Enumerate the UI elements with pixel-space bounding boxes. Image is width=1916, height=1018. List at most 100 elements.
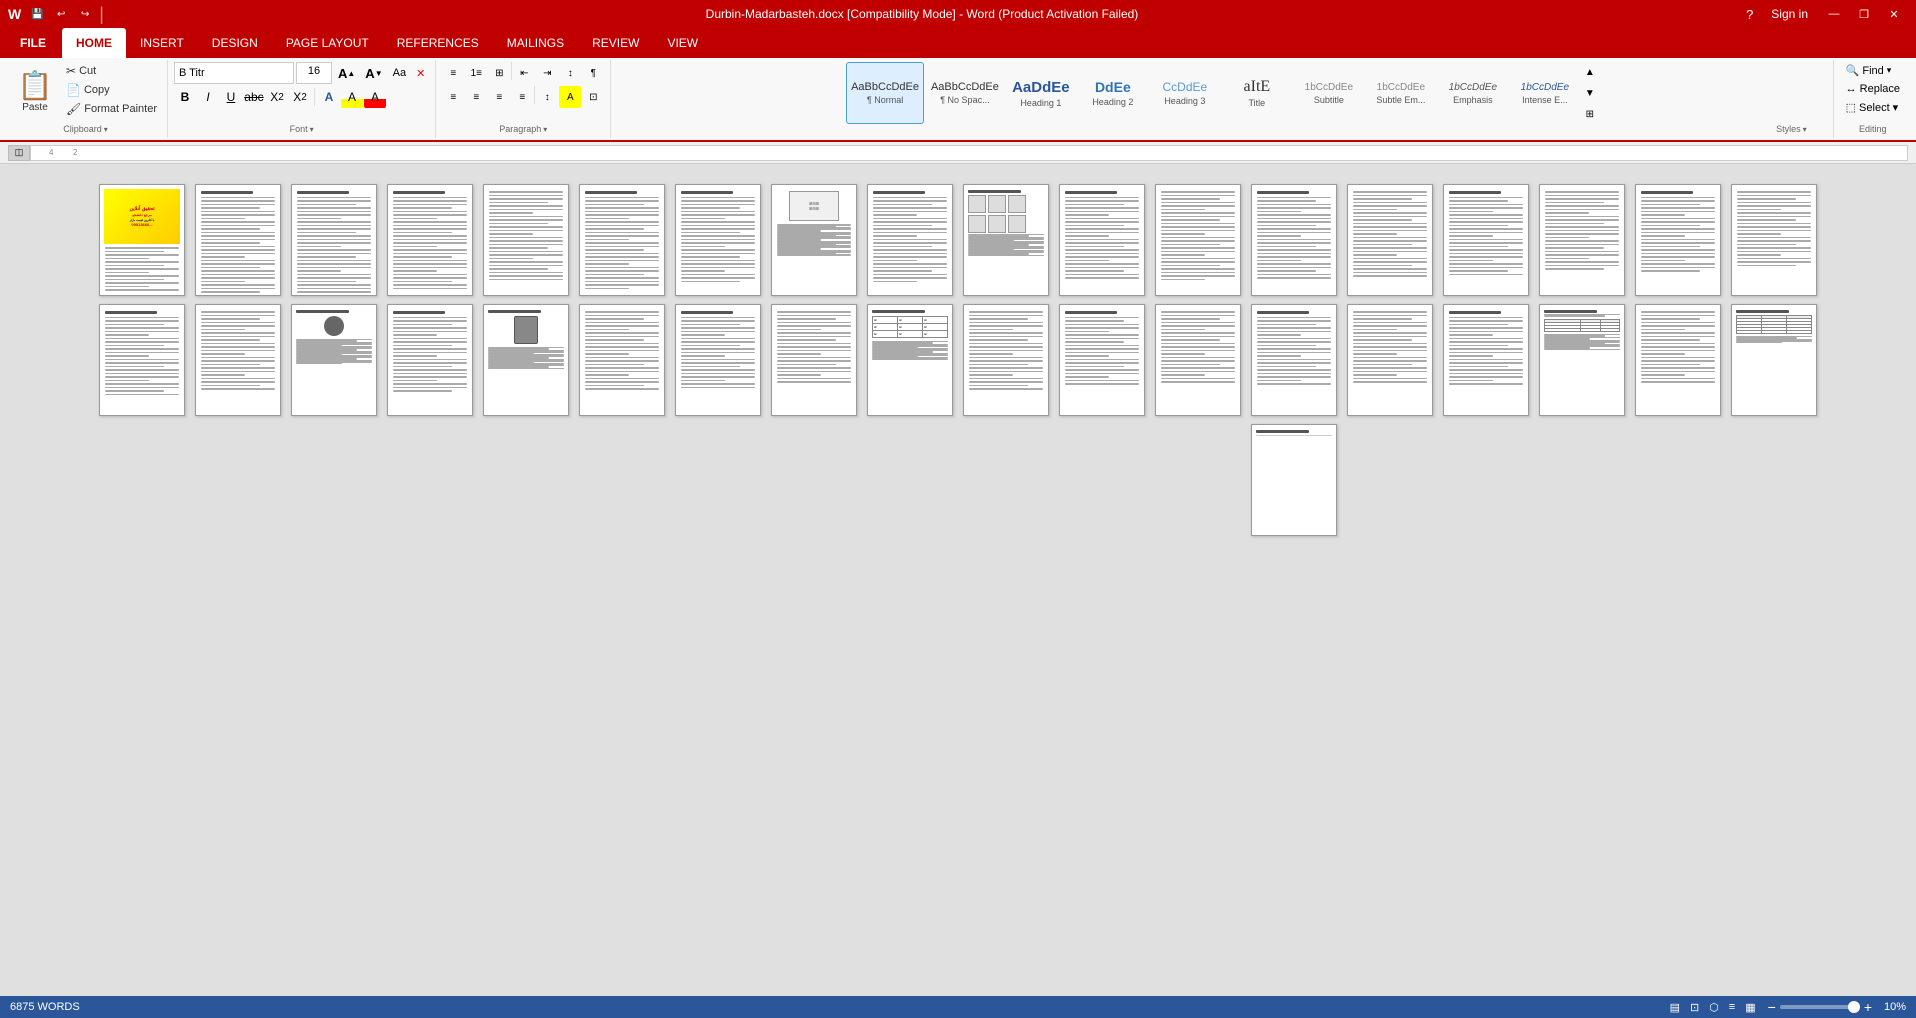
font-expand-icon[interactable]: ▾ [310,125,314,134]
clear-format-btn[interactable]: ✕ [412,62,429,84]
increase-font-btn[interactable]: A▲ [334,62,359,84]
tab-design[interactable]: DESIGN [198,28,272,58]
underline-btn[interactable]: U [220,86,242,108]
style-normal[interactable]: AaBbCcDdEe ¶ Normal [846,62,924,124]
align-right-btn[interactable]: ≡ [488,86,510,108]
font-color-btn[interactable]: A [364,86,386,108]
page-thumb-3[interactable] [291,184,377,296]
page-thumb-8[interactable]: ⊞⊞⊞⊞⊞⊞ [771,184,857,296]
justify-btn[interactable]: ≡ [511,86,533,108]
ruler-toggle-btn[interactable]: ◫ [8,145,30,161]
align-center-btn[interactable]: ≡ [465,86,487,108]
styles-expand-icon[interactable]: ▾ [1803,125,1807,134]
tab-page-layout[interactable]: PAGE LAYOUT [272,28,383,58]
page-thumb-5[interactable] [483,184,569,296]
multilevel-btn[interactable]: ⊞ [488,62,510,84]
zoom-slider[interactable] [1780,1005,1860,1009]
page-thumb-32[interactable] [1347,304,1433,416]
decrease-font-btn[interactable]: A▼ [361,62,386,84]
bold-btn[interactable]: B [174,86,196,108]
page-thumb-1[interactable]: تحقیق آنلاین مرجع دانشجو با کاترین قیمت … [99,184,185,296]
page-thumb-36[interactable] [1731,304,1817,416]
zoom-out-btn[interactable]: − [1768,999,1776,1015]
change-case-btn[interactable]: Aa [389,62,410,84]
page-thumb-6[interactable] [579,184,665,296]
numbering-btn[interactable]: 1≡ [465,62,487,84]
tab-mailings[interactable]: MAILINGS [493,28,578,58]
page-thumb-16[interactable] [1539,184,1625,296]
style-no-spacing[interactable]: AaBbCcDdEe ¶ No Spac... [926,62,1004,124]
style-subtitle[interactable]: 1bCcDdEe Subtitle [1294,62,1364,124]
sort-btn[interactable]: ↕ [559,62,581,84]
show-marks-btn[interactable]: ¶ [582,62,604,84]
page-thumb-23[interactable] [483,304,569,416]
font-name-dropdown[interactable]: B Titr [174,62,294,84]
format-painter-button[interactable]: 🖌 Format Painter [62,100,161,118]
page-thumb-10[interactable] [963,184,1049,296]
styles-expand-btn[interactable]: ⊞ [1582,104,1598,124]
style-heading2[interactable]: DdEe Heading 2 [1078,62,1148,124]
page-thumb-20[interactable] [195,304,281,416]
help-icon[interactable]: ? [1740,7,1759,22]
quick-redo-btn[interactable]: ↪ [75,4,95,24]
page-thumb-33[interactable] [1443,304,1529,416]
close-btn[interactable]: ✕ [1880,4,1908,24]
style-heading3[interactable]: CcDdEe Heading 3 [1150,62,1220,124]
print-layout-btn[interactable]: ▤ [1666,1001,1684,1014]
style-heading1[interactable]: AaDdEe Heading 1 [1006,62,1076,124]
tab-view[interactable]: VIEW [653,28,712,58]
tab-references[interactable]: REFERENCES [383,28,493,58]
restore-btn[interactable]: ❐ [1850,4,1878,24]
styles-scroll-up[interactable]: ▲ [1582,62,1598,82]
replace-btn[interactable]: ↔ Replace [1840,81,1906,97]
page-thumb-4[interactable] [387,184,473,296]
zoom-level[interactable]: 10% [1876,1001,1906,1013]
tab-file[interactable]: FILE [4,28,62,58]
align-left-btn[interactable]: ≡ [442,86,464,108]
page-thumb-11[interactable] [1059,184,1145,296]
page-thumb-30[interactable] [1155,304,1241,416]
draft-view-btn[interactable]: ▦ [1741,1001,1759,1014]
page-thumb-12[interactable] [1155,184,1241,296]
page-thumb-7[interactable] [675,184,761,296]
tab-insert[interactable]: INSERT [126,28,198,58]
paragraph-expand-icon[interactable]: ▾ [543,125,547,134]
quick-save-btn[interactable]: 💾 [27,4,47,24]
copy-button[interactable]: 📄 Copy [62,81,161,99]
page-thumb-18[interactable] [1731,184,1817,296]
page-thumb-2[interactable] [195,184,281,296]
highlight-color-btn[interactable]: A [341,86,363,108]
page-thumb-37[interactable] [1251,424,1337,536]
line-spacing-btn[interactable]: ↕ [536,86,558,108]
page-thumb-29[interactable] [1059,304,1145,416]
web-layout-btn[interactable]: ⬡ [1705,1001,1723,1014]
font-size-input[interactable]: 16 [296,62,332,84]
zoom-in-btn[interactable]: + [1864,999,1872,1015]
bullets-btn[interactable]: ≡ [442,62,464,84]
style-title[interactable]: aItE Title [1222,62,1292,124]
page-thumb-21[interactable] [291,304,377,416]
text-effects-btn[interactable]: A [318,86,340,108]
tab-review[interactable]: REVIEW [578,28,653,58]
tab-home[interactable]: HOME [62,28,126,58]
page-thumb-27[interactable]: ⊞ ⊞ ⊞ ⊞ ⊞ ⊞ ⊞ ⊞ ⊞ [867,304,953,416]
cut-button[interactable]: ✂ Cut [62,62,161,80]
page-thumb-35[interactable] [1635,304,1721,416]
page-thumb-26[interactable] [771,304,857,416]
clipboard-expand-icon[interactable]: ▾ [104,125,108,134]
outline-view-btn[interactable]: ≡ [1725,1001,1739,1013]
page-thumb-22[interactable] [387,304,473,416]
page-thumb-24[interactable] [579,304,665,416]
superscript-btn[interactable]: X2 [289,86,311,108]
page-thumb-19[interactable] [99,304,185,416]
quick-undo-btn[interactable]: ↩ [51,4,71,24]
signin-btn[interactable]: Sign in [1763,7,1816,21]
increase-indent-btn[interactable]: ⇥ [536,62,558,84]
select-btn[interactable]: ⬚ Select ▾ [1840,99,1906,116]
shading-btn[interactable]: A [559,86,581,108]
page-thumb-34[interactable] [1539,304,1625,416]
minimize-btn[interactable]: — [1820,4,1848,24]
styles-scroll-down[interactable]: ▼ [1582,83,1598,103]
page-thumb-9[interactable] [867,184,953,296]
page-thumb-25[interactable] [675,304,761,416]
